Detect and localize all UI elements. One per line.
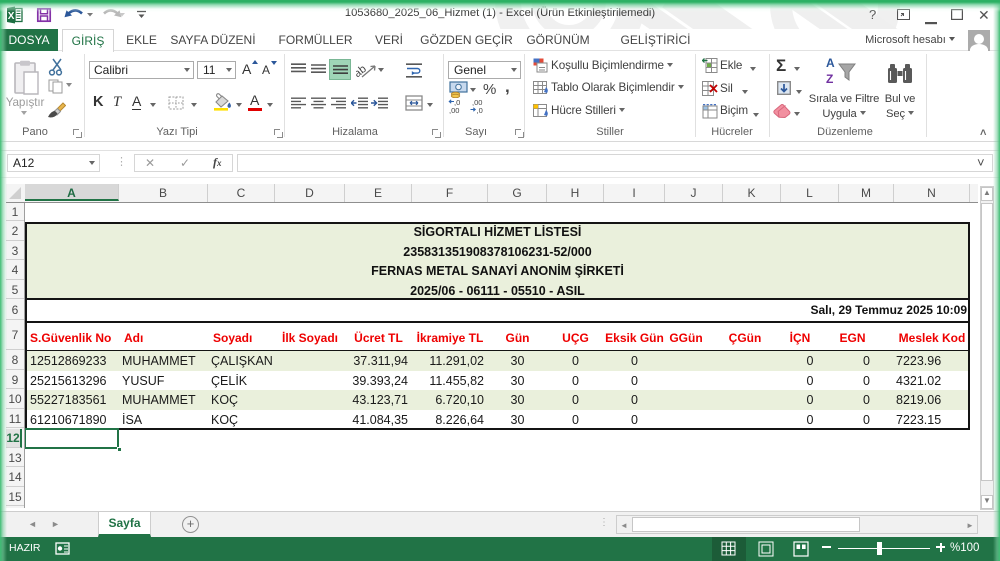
svg-text:,0: ,0	[477, 106, 483, 114]
svg-text:ab: ab	[356, 63, 369, 80]
svg-text:,00: ,00	[449, 106, 459, 114]
svg-text:X: X	[8, 11, 15, 22]
